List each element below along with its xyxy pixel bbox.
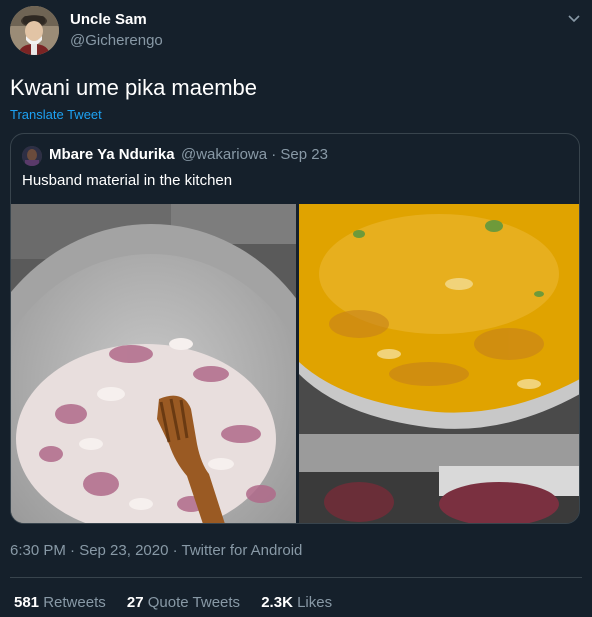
likes-stat[interactable]: 2.3K Likes — [261, 594, 332, 611]
translate-tweet-link[interactable]: Translate Tweet — [10, 107, 102, 122]
quoted-author-meta[interactable]: @wakariowa · Sep 23 — [181, 146, 328, 163]
retweets-stat[interactable]: 581 Retweets — [14, 594, 106, 611]
author-handle[interactable]: @Gicherengo — [70, 32, 163, 49]
author-avatar[interactable] — [10, 6, 59, 55]
divider — [10, 577, 582, 578]
tweet-timestamp[interactable]: 6:30 PM · Sep 23, 2020 · Twitter for And… — [10, 542, 302, 559]
tweet-text: Kwani ume pika maembe — [10, 75, 258, 100]
quoted-tweet[interactable]: Mbare Ya Ndurika @wakariowa · Sep 23 Hus… — [10, 133, 580, 524]
quoted-author-name[interactable]: Mbare Ya Ndurika — [49, 146, 175, 163]
retweets-count: 581 — [14, 594, 40, 611]
quote-tweets-count: 27 — [126, 594, 144, 611]
likes-count: 2.3K — [261, 594, 293, 611]
engagement-stats: 581 Retweets 27 Quote Tweets 2.3K Likes — [14, 594, 349, 611]
onion-pot-photo[interactable] — [11, 204, 296, 523]
quote-tweets-stat[interactable]: 27 Quote Tweets — [127, 594, 240, 611]
author-name[interactable]: Uncle Sam — [70, 11, 147, 28]
quote-tweets-label: Quote Tweets — [147, 594, 241, 611]
retweets-label: Retweets — [43, 594, 106, 611]
orange-stew-photo[interactable] — [299, 204, 579, 523]
likes-label: Likes — [297, 594, 333, 611]
quoted-tweet-text: Husband material in the kitchen — [22, 172, 233, 189]
quoted-author-avatar[interactable] — [22, 146, 42, 166]
chevron-down-icon[interactable] — [566, 10, 582, 26]
